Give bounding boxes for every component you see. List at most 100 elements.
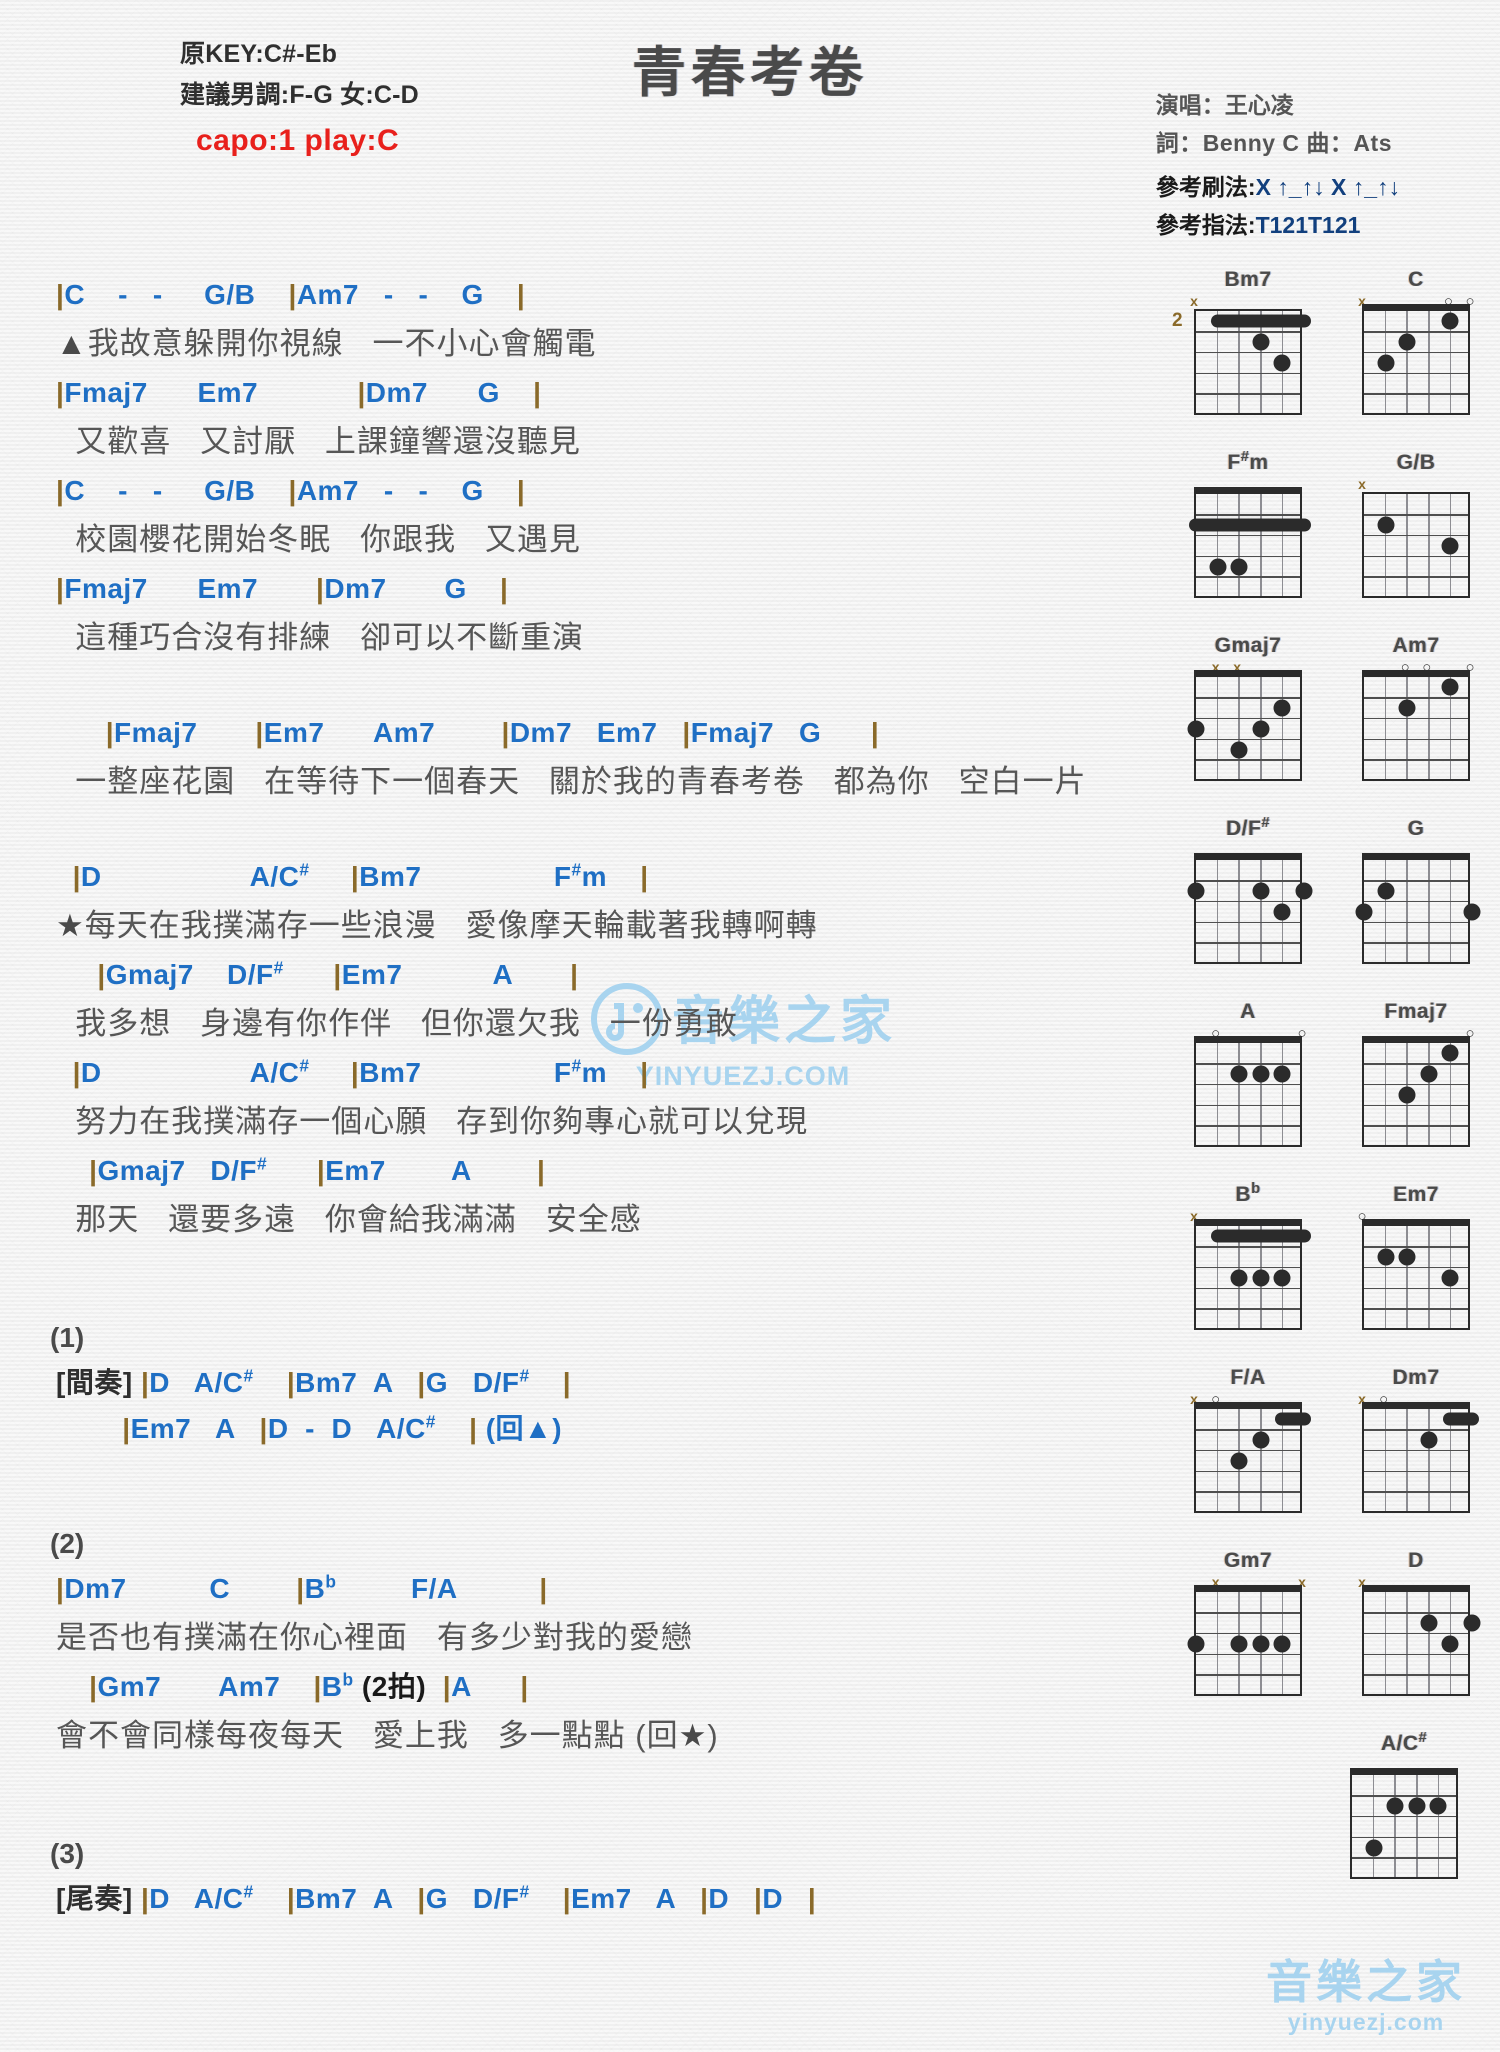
- chord-diagram-name: Gm7: [1223, 1549, 1273, 1572]
- string-line: [1416, 1775, 1418, 1877]
- fret-line: [1196, 717, 1300, 720]
- chord-diagram-name: Am7: [1392, 634, 1440, 657]
- chord-diagram-row: F/A x ○ Dm7 x ○: [1182, 1366, 1482, 1513]
- finger-dot: [1230, 741, 1248, 759]
- chord-diagram-row: Bb x Em7 ○: [1182, 1182, 1482, 1330]
- fret-grid: [1187, 853, 1313, 964]
- song-body: |C - - G/B |Am7 - - G | ▲我故意躲開你視線 一不小心會觸電…: [0, 272, 1210, 1922]
- singer: 演唱：王心凌: [1155, 92, 1294, 118]
- fret-line: [1364, 1125, 1468, 1127]
- fingering-value: T121T121: [1255, 212, 1361, 238]
- string-line: [1428, 860, 1430, 962]
- chord-diagram-name: Dm7: [1392, 1366, 1440, 1389]
- string-line: [1428, 677, 1430, 779]
- fret-grid: [1189, 487, 1311, 598]
- fingering-label: 參考指法:: [1155, 212, 1256, 238]
- fret-line: [1352, 1836, 1456, 1839]
- finger-dot: [1230, 1065, 1248, 1083]
- fret-line: [1196, 1104, 1300, 1107]
- lyric-line: 努力在我撲滿存一個心願 存到你夠專心就可以兌現: [56, 1104, 809, 1139]
- nut: [1362, 304, 1470, 311]
- nut: [1362, 1402, 1470, 1409]
- chord-line: |Gmaj7 D/F# |Em7 A |: [89, 1153, 546, 1186]
- lyric-line: 是否也有撲滿在你心裡面 有多少對我的愛戀: [56, 1620, 693, 1655]
- finger-dot: [1377, 1248, 1395, 1266]
- fret-grid: [1362, 1585, 1481, 1696]
- string-line: [1216, 677, 1219, 779]
- chord-line: |C - - G/B |Am7 - - G |: [56, 279, 526, 310]
- finger-dot: [1252, 1431, 1270, 1449]
- lyric-line: 又歡喜 又討厭 上課鐘響還沒聽見: [56, 424, 581, 459]
- fret-line: [1196, 1063, 1300, 1065]
- string-line: [1216, 1043, 1219, 1145]
- chord-diagram-panel: Bm7 x 2 Cx ○ ○ F#m G/B x Gmaj7 x x Am7 ○ ○ ○ D/F# G A ○ ○ Fma…: [1172, 268, 1482, 1915]
- finger-dot: [1441, 1269, 1459, 1287]
- finger-dot: [1230, 558, 1248, 576]
- fret-line: [1364, 351, 1468, 354]
- chord-diagram-name: D/F#: [1226, 815, 1270, 840]
- finger-dot: [1252, 882, 1270, 900]
- chord-diagram-row: Gm7 x x Dx: [1182, 1549, 1482, 1696]
- capo-info: capo:1 play:C: [196, 124, 400, 157]
- fret-line: [1364, 942, 1468, 944]
- fret-line: [1196, 534, 1300, 537]
- lyric-line: 校園櫻花開始冬眠 你跟我 又遇見: [56, 522, 581, 557]
- string-line: [1384, 494, 1387, 596]
- fret-line: [1196, 1125, 1300, 1127]
- lyric-line: 那天 還要多遠 你會給我滿滿 安全感: [56, 1202, 642, 1237]
- chord-diagram-name: F/A: [1230, 1366, 1266, 1389]
- fret-line: [1196, 1470, 1300, 1473]
- fret-line: [1364, 1083, 1468, 1086]
- fret-line: [1364, 1429, 1468, 1431]
- muted-string-icon: x: [1358, 476, 1366, 492]
- sheet-header: 原KEY:C#-Eb 建議男調:F-G 女:C-D capo:1 play:C …: [0, 0, 1500, 260]
- lyric-line: 我多想 身邊有你作伴 但你還欠我 一份勇敢: [56, 1006, 738, 1041]
- string-line: [1260, 494, 1262, 596]
- barre-bar: [1443, 1412, 1479, 1426]
- string-line: [1238, 494, 1240, 596]
- fret-line: [1364, 372, 1468, 375]
- chord-diagram-row: Gmaj7 x x Am7 ○ ○ ○: [1182, 634, 1482, 781]
- string-line: [1428, 494, 1430, 596]
- fret-line: [1196, 372, 1300, 375]
- muted-string-icon: x: [1190, 293, 1198, 309]
- fret-grid: [1362, 670, 1470, 781]
- fret-line: [1364, 921, 1468, 924]
- chord-diagram: Bm7 x 2: [1172, 268, 1314, 415]
- chord-diagram-name: Bm7: [1224, 268, 1272, 291]
- string-line: [1428, 1592, 1430, 1694]
- pattern-block: 參考刷法:X ↑_↑↓ X ↑_↑↓ 參考指法:T121T121: [1156, 168, 1400, 244]
- string-line: [1238, 860, 1240, 962]
- finger-dot: [1463, 1614, 1481, 1632]
- fret-line: [1196, 1083, 1300, 1086]
- string-line: [1216, 1409, 1219, 1511]
- chord-diagram: A ○ ○: [1182, 1000, 1314, 1147]
- fret-line: [1352, 1795, 1456, 1797]
- nut: [1194, 1036, 1302, 1043]
- fret-line: [1364, 880, 1468, 882]
- fret-grid: [1362, 304, 1470, 415]
- chord-diagram-name: D: [1408, 1549, 1424, 1572]
- nut: [1362, 1585, 1470, 1592]
- fretboard: [1187, 1585, 1302, 1696]
- string-line: [1238, 1043, 1240, 1145]
- fret-line: [1196, 1266, 1300, 1269]
- string-line: [1406, 311, 1408, 413]
- fret-line: [1364, 1674, 1468, 1676]
- chord-diagram-name: A/C#: [1380, 1730, 1428, 1755]
- chord-diagram-name: Gmaj7: [1214, 634, 1282, 657]
- chord-diagram: G/B x: [1350, 451, 1482, 598]
- string-line: [1384, 1226, 1387, 1328]
- fret-line: [1196, 759, 1300, 761]
- writers: 詞：Benny C 曲：Ats: [1155, 130, 1392, 156]
- fretboard: [1189, 487, 1311, 598]
- fretboard: [1194, 1036, 1302, 1147]
- string-line: [1260, 1043, 1262, 1145]
- chord-line: |Gm7 Am7 |Bb (2拍) |A |: [89, 1669, 529, 1702]
- fingering-pattern: 參考指法:T121T121: [1156, 206, 1400, 244]
- fret-line: [1196, 1653, 1300, 1656]
- finger-dot: [1230, 1269, 1248, 1287]
- string-line: [1449, 860, 1452, 962]
